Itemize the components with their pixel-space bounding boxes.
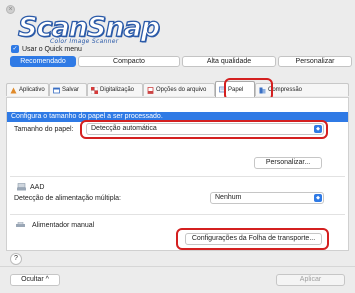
file-options-icon xyxy=(147,86,154,94)
adf-label: AAD xyxy=(30,184,45,191)
chevron-updown-icon: ◆ xyxy=(314,194,322,202)
apply-button[interactable]: Aplicar xyxy=(276,274,345,286)
tab-file-options[interactable]: Opções do arquivo xyxy=(143,83,215,96)
question-icon: ? xyxy=(14,255,18,262)
tab-label: Compressão xyxy=(268,87,303,93)
divider xyxy=(10,214,345,215)
manual-feeder-label: Alimentador manual xyxy=(32,222,95,229)
quick-menu-toggle[interactable]: ✓ Usar o Quick menu xyxy=(11,45,82,53)
carrier-sheet-highlight xyxy=(176,228,329,250)
scanning-icon xyxy=(90,86,99,94)
customize-paper-button[interactable]: Personalizar... xyxy=(254,157,322,169)
multifeed-select[interactable]: Nenhum ◆ xyxy=(210,192,324,204)
scansnap-logo: ScanSnap Color Image Scanner xyxy=(17,12,160,46)
paper-size-label: Tamanho do papel: xyxy=(14,126,74,133)
quick-menu-checkbox[interactable]: ✓ xyxy=(11,45,19,53)
tab-save[interactable]: Salvar xyxy=(49,83,87,96)
logo-title: ScanSnap xyxy=(17,12,160,43)
tab-label: Opções do arquivo xyxy=(156,87,207,93)
divider xyxy=(10,176,345,177)
settings-tabs: Aplicativo Salvar Digitalização Opções d… xyxy=(6,81,349,97)
profile-customize-button[interactable]: Personalizar xyxy=(278,56,352,67)
tab-label: Aplicativo xyxy=(19,87,45,93)
multifeed-label: Detecção de alimentação múltipla: xyxy=(14,195,122,202)
tab-scanning[interactable]: Digitalização xyxy=(87,83,143,96)
logo-subtitle: Color Image Scanner xyxy=(50,38,119,45)
profile-high-quality-button[interactable]: Alta qualidade xyxy=(182,56,276,67)
multifeed-value: Nenhum xyxy=(215,194,242,201)
tab-label: Digitalização xyxy=(100,87,135,93)
hide-button[interactable]: Ocultar ^ xyxy=(10,274,60,286)
close-icon: × xyxy=(8,6,13,13)
tab-application[interactable]: Aplicativo xyxy=(6,83,49,96)
application-icon xyxy=(10,87,17,94)
adf-icon xyxy=(17,183,26,191)
paper-size-highlight xyxy=(80,120,328,139)
help-button[interactable]: ? xyxy=(10,253,22,265)
manual-feeder-icon xyxy=(16,221,25,228)
close-button[interactable]: × xyxy=(6,5,15,14)
profile-recommended-button[interactable]: Recomendado xyxy=(10,56,76,67)
chevron-up-icon: ^ xyxy=(45,276,49,283)
tab-label: Salvar xyxy=(62,87,80,93)
footer-divider xyxy=(0,266,355,267)
quick-menu-label: Usar o Quick menu xyxy=(22,45,82,53)
profile-selector: Recomendado Compacto Alta qualidade Pers… xyxy=(10,56,352,67)
hide-label: Ocultar xyxy=(21,276,44,283)
save-icon xyxy=(53,87,60,94)
profile-compact-button[interactable]: Compacto xyxy=(78,56,180,67)
